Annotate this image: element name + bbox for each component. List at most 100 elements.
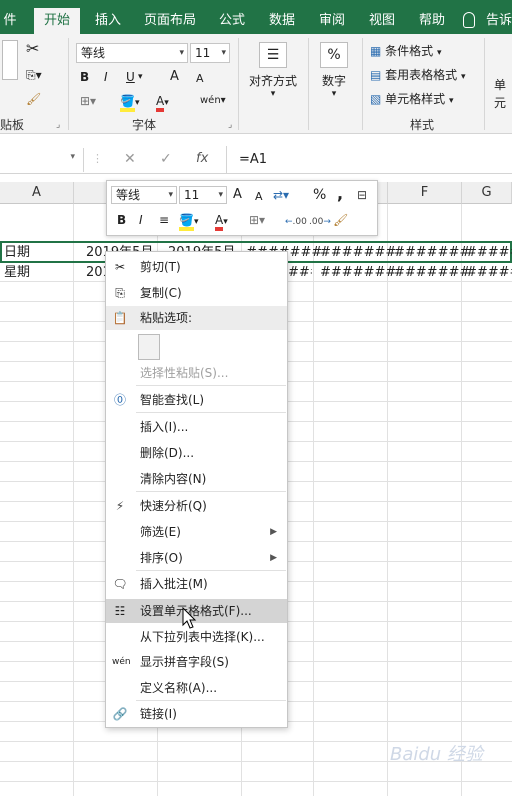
cut-icon: ✂ <box>114 260 126 274</box>
cell-f2[interactable]: ####### <box>394 263 470 282</box>
mini-align-center-icon[interactable]: ≡ <box>159 211 169 229</box>
mini-format-painter-icon[interactable]: 🖌 <box>333 211 348 229</box>
chevron-down-icon[interactable]: ▾ <box>138 68 143 86</box>
underline-button[interactable]: U <box>126 68 135 86</box>
phonetic-icon[interactable]: wén▾ <box>200 92 226 110</box>
cell-a2[interactable]: 星期 <box>4 263 30 282</box>
menu-item-label: 清除内容(N) <box>140 472 207 486</box>
tab-review[interactable]: 审阅 <box>312 8 352 34</box>
menu-item-show-phonetic[interactable]: wén 显示拼音字段(S) <box>106 650 287 674</box>
mini-font-size-combo[interactable]: 11 ▾ <box>179 186 227 204</box>
cell-g2[interactable]: ####### <box>466 263 512 282</box>
tab-insert[interactable]: 插入 <box>88 8 128 34</box>
conditional-format-button[interactable]: ▦ 条件格式 ▾ <box>370 42 442 62</box>
chevron-right-icon: ▶ <box>270 527 277 537</box>
mini-grow-font-button[interactable]: A <box>233 186 242 204</box>
grid-line <box>461 204 462 796</box>
menu-item-quick-analysis[interactable]: ⚡ 快速分析(Q) <box>106 494 287 518</box>
menu-item-copy[interactable]: ⎘ 复制(C) <box>106 281 287 305</box>
insert-function-button[interactable]: fx <box>196 151 208 166</box>
paste-option-icon[interactable] <box>138 334 160 360</box>
alignment-button[interactable]: ☰ 对齐方式 ▾ <box>244 42 302 99</box>
number-button[interactable]: % 数字 ▾ <box>314 42 354 99</box>
mini-italic-button[interactable]: I <box>139 211 143 229</box>
mini-fill-color-icon[interactable]: 🪣▾ <box>179 211 198 231</box>
font-name-combo[interactable]: 等线 ▾ <box>76 43 188 63</box>
menu-item-label: 快速分析(Q) <box>140 499 207 513</box>
tab-data[interactable]: 数据 <box>262 8 302 34</box>
column-header-f[interactable]: F <box>388 182 462 204</box>
paste-icon[interactable] <box>2 40 18 80</box>
menu-item-delete[interactable]: 删除(D)... <box>106 441 287 465</box>
drag-handle-icon[interactable]: ⋮ <box>92 152 103 165</box>
menu-item-define-name[interactable]: 定义名称(A)... <box>106 676 287 700</box>
cell-styles-button[interactable]: ▧ 单元格样式 ▾ <box>370 90 454 110</box>
mini-borders-icon[interactable]: ⊞▾ <box>249 211 265 229</box>
mini-bold-button[interactable]: B <box>117 211 126 229</box>
mini-shrink-font-button[interactable]: A <box>255 188 263 206</box>
cell-e2[interactable]: ####### <box>320 263 396 282</box>
mini-increase-decimal-button[interactable]: ←.00 <box>285 213 307 231</box>
menu-separator <box>136 700 286 701</box>
name-box[interactable]: ▾ <box>0 148 84 172</box>
grid-line <box>313 204 314 796</box>
menu-item-label: 显示拼音字段(S) <box>140 655 229 669</box>
cells-button[interactable]: 单元 <box>494 76 512 112</box>
fill-color-icon[interactable]: 🪣▾ <box>120 92 139 112</box>
italic-button[interactable]: I <box>104 68 108 86</box>
bold-button[interactable]: B <box>80 68 89 86</box>
grow-font-button[interactable]: A <box>170 68 179 86</box>
menu-item-sort[interactable]: 排序(O) ▶ <box>106 546 287 570</box>
column-header-a[interactable]: A <box>0 182 74 204</box>
clipboard-launcher-icon[interactable]: ⌟ <box>56 120 60 130</box>
tab-formulas[interactable]: 公式 <box>212 8 252 34</box>
menu-item-label: 筛选(E) <box>140 525 181 539</box>
mini-merge-icon[interactable]: ⊟ <box>357 186 367 204</box>
formula-input[interactable]: =A1 <box>226 146 267 174</box>
menu-item-smart-lookup[interactable]: ⓪ 智能查找(L) <box>106 388 287 412</box>
mini-font-name-combo[interactable]: 等线 ▾ <box>111 186 177 204</box>
menu-item-link[interactable]: 🔗 链接(I) <box>106 702 287 726</box>
borders-icon[interactable]: ⊞▾ <box>80 92 96 110</box>
shrink-font-button[interactable]: A <box>196 70 204 88</box>
copy-icon: ⎘ <box>115 286 125 300</box>
cell-g1[interactable]: ####### <box>466 243 512 262</box>
menu-item-cut[interactable]: ✂ 剪切(T) <box>106 255 287 279</box>
tab-view[interactable]: 视图 <box>362 8 402 34</box>
mini-percent-button[interactable]: % <box>313 186 326 204</box>
chevron-down-icon: ▾ <box>70 152 75 162</box>
font-launcher-icon[interactable]: ⌟ <box>228 120 232 130</box>
tab-home[interactable]: 开始 <box>34 8 80 34</box>
font-size-combo[interactable]: 11 ▾ <box>190 43 230 63</box>
cell-d2[interactable]: ####### <box>288 263 312 282</box>
enter-icon[interactable]: ✓ <box>160 151 172 167</box>
conditional-format-label: 条件格式 <box>385 44 434 58</box>
cut-icon[interactable]: ✂ <box>26 40 39 58</box>
grid-line <box>73 204 74 796</box>
mini-decrease-decimal-button[interactable]: .00→ <box>309 213 331 231</box>
lightbulb-icon[interactable] <box>463 12 475 28</box>
cell-b2[interactable]: 201 <box>86 263 106 282</box>
column-header-g[interactable]: G <box>462 182 512 204</box>
menu-item-insert[interactable]: 插入(I)... <box>106 415 287 439</box>
mini-number-format-icon[interactable]: ⇄▾ <box>273 186 289 204</box>
cell-f1[interactable]: ####### <box>394 243 470 262</box>
tab-page-layout[interactable]: 页面布局 <box>140 8 200 34</box>
mini-comma-button[interactable]: , <box>337 185 343 203</box>
font-color-icon[interactable]: A▾ <box>156 92 169 112</box>
mini-font-color-icon[interactable]: A▾ <box>215 211 228 231</box>
cell-e1[interactable]: ####### <box>320 243 396 262</box>
chevron-down-icon: ▾ <box>218 190 223 200</box>
menu-item-filter[interactable]: 筛选(E) ▶ <box>106 520 287 544</box>
cell-a1[interactable]: 日期 <box>4 243 30 262</box>
copy-icon[interactable]: ⎘▾ <box>26 66 42 84</box>
tab-help[interactable]: 帮助 <box>412 8 452 34</box>
menu-item-clear-contents[interactable]: 清除内容(N) <box>106 467 287 491</box>
format-as-table-button[interactable]: ▤ 套用表格格式 ▾ <box>370 66 466 86</box>
tab-tell-me[interactable]: 告诉 <box>486 8 512 34</box>
format-painter-icon[interactable]: 🖌 <box>26 90 41 108</box>
grid-line <box>387 204 388 796</box>
tab-file[interactable]: 件 <box>0 8 20 34</box>
menu-item-insert-comment[interactable]: 🗨 插入批注(M) <box>106 572 287 596</box>
cancel-icon[interactable]: ✕ <box>124 151 136 167</box>
